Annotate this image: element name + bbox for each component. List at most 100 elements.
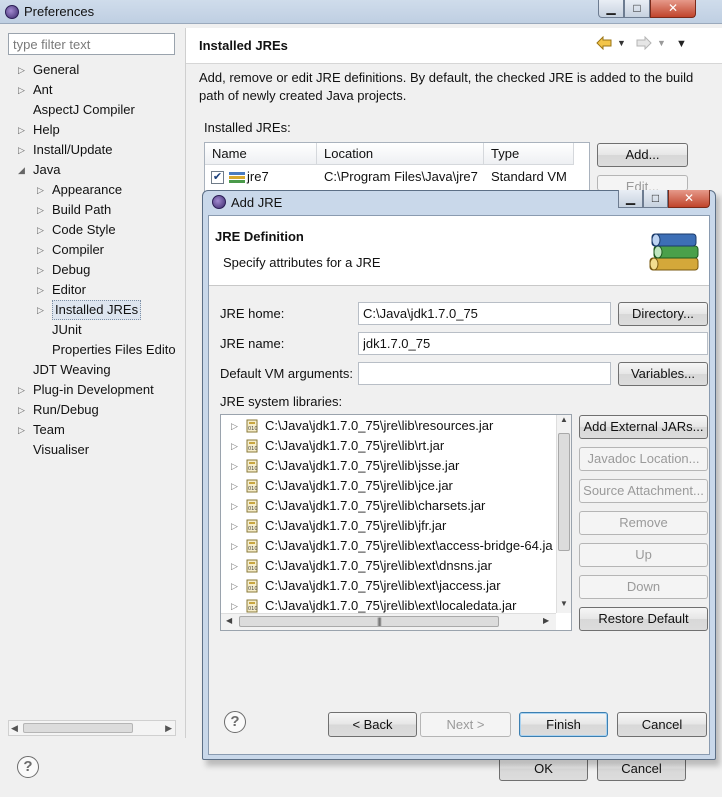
tree-expand-icon[interactable]: ▷ [18,420,28,440]
maximize-button[interactable]: □ [624,0,650,18]
tree-expand-icon[interactable]: ▷ [231,516,238,536]
dialog-cancel-button[interactable]: Cancel [617,712,707,737]
next-button[interactable]: Next > [420,712,511,737]
list-item[interactable]: ▷ 010 C:\Java\jdk1.7.0_75\jre\lib\jce.jar [221,476,561,496]
scroll-thumb[interactable] [23,723,133,733]
jre-home-input[interactable] [358,302,611,325]
add-jre-button[interactable]: Add... [597,143,688,167]
list-item[interactable]: ▷ 010 C:\Java\jdk1.7.0_75\jre\lib\jsse.jar [221,456,561,476]
pane-divider[interactable] [185,28,186,738]
directory-button[interactable]: Directory... [618,302,708,326]
libraries-vertical-scrollbar[interactable]: ▲ ▼ [556,415,571,613]
edit-jre-button[interactable]: Edit... [597,175,688,191]
dialog-help-icon[interactable]: ? [224,711,246,733]
tree-expand-icon[interactable]: ▷ [231,556,238,576]
scroll-up-icon[interactable]: ▲ [560,415,568,424]
forward-arrow-icon[interactable] [636,36,652,50]
tree-expand-icon[interactable]: ▷ [37,220,47,240]
remove-button[interactable]: Remove [579,511,708,535]
scroll-right-icon[interactable]: ▶ [165,721,172,735]
scroll-left-icon[interactable]: ◀ [226,616,232,625]
source-attachment-button[interactable]: Source Attachment... [579,479,708,503]
tree-expand-icon[interactable]: ▷ [18,400,28,420]
tree-item[interactable]: ▷ Appearance [8,180,180,200]
back-button[interactable]: < Back [328,712,417,737]
tree-item[interactable]: ▷ General [8,60,180,80]
list-item[interactable]: ▷ 010 C:\Java\jdk1.7.0_75\jre\lib\ext\acce… [221,536,561,556]
back-arrow-icon[interactable] [596,36,612,50]
tree-expand-icon[interactable]: ▷ [231,496,238,516]
forward-dropdown-icon[interactable]: ▼ [657,38,666,48]
tree-horizontal-scrollbar[interactable]: ◀ ▶ [8,720,176,736]
tree-item[interactable]: AspectJ Compiler [8,100,180,120]
tree-item[interactable]: ▷ Build Path [8,200,180,220]
tree-expand-icon[interactable]: ▷ [18,380,28,400]
scroll-thumb[interactable] [239,616,499,627]
table-row[interactable]: ✔ jre7 C:\Program Files\Java\jre7 Standa… [205,167,589,187]
vm-arguments-input[interactable] [358,362,611,385]
back-dropdown-icon[interactable]: ▼ [617,38,626,48]
libraries-horizontal-scrollbar[interactable]: ◀ ||| ▶ [221,613,556,630]
scroll-left-icon[interactable]: ◀ [11,721,18,735]
scroll-down-icon[interactable]: ▼ [560,599,568,608]
scroll-thumb[interactable] [558,433,570,551]
tree-item[interactable]: ▷ Compiler [8,240,180,260]
filter-input[interactable] [8,33,175,55]
list-item[interactable]: ▷ 010 C:\Java\jdk1.7.0_75\jre\lib\charsets… [221,496,561,516]
tree-item[interactable]: ▷ Run/Debug [8,400,180,420]
javadoc-location-button[interactable]: Javadoc Location... [579,447,708,471]
dialog-maximize-button[interactable]: □ [643,190,668,208]
jre-name-input[interactable] [358,332,708,355]
tree-item[interactable]: JDT Weaving [8,360,180,380]
column-header-type[interactable]: Type [484,143,574,165]
tree-item[interactable]: ▷ Help [8,120,180,140]
move-up-button[interactable]: Up [579,543,708,567]
variables-button[interactable]: Variables... [618,362,708,386]
tree-item[interactable]: ▷ Editor [8,280,180,300]
tree-expand-icon[interactable]: ▷ [18,140,28,160]
tree-expand-icon[interactable]: ▷ [231,536,238,556]
system-libraries-list[interactable]: ▷ 010 C:\Java\jdk1.7.0_75\jre\lib\resource… [220,414,572,631]
tree-expand-icon[interactable]: ▷ [231,576,238,596]
tree-expand-icon[interactable]: ▷ [18,80,28,100]
tree-item[interactable]: ▷ Plug-in Development [8,380,180,400]
tree-item[interactable]: ◢ Java [8,160,180,180]
tree-item[interactable]: ▷ Installed JREs [8,300,180,320]
finish-button[interactable]: Finish [519,712,608,737]
tree-expand-icon[interactable]: ▷ [231,456,238,476]
tree-expand-icon[interactable]: ▷ [37,280,47,300]
list-item[interactable]: ▷ 010 C:\Java\jdk1.7.0_75\jre\lib\rt.jar [221,436,561,456]
restore-default-button[interactable]: Restore Default [579,607,708,631]
list-item[interactable]: ▷ 010 C:\Java\jdk1.7.0_75\jre\lib\resource… [221,416,561,436]
list-item[interactable]: ▷ 010 C:\Java\jdk1.7.0_75\jre\lib\ext\jacc… [221,576,561,596]
tree-item[interactable]: ▷ Ant [8,80,180,100]
scroll-right-icon[interactable]: ▶ [543,616,549,625]
tree-item[interactable]: Visualiser [8,440,180,460]
tree-expand-icon[interactable]: ▷ [231,476,238,496]
tree-item[interactable]: ▷ Debug [8,260,180,280]
tree-item[interactable]: ▷ Install/Update [8,140,180,160]
default-jre-checkbox[interactable]: ✔ [211,171,224,184]
tree-expand-icon[interactable]: ▷ [37,300,47,320]
add-external-jars-button[interactable]: Add External JARs... [579,415,708,439]
help-icon[interactable]: ? [17,756,39,778]
column-header-name[interactable]: Name [205,143,317,165]
list-item[interactable]: ▷ 010 C:\Java\jdk1.7.0_75\jre\lib\ext\dnsn… [221,556,561,576]
tree-expand-icon[interactable]: ▷ [231,416,238,436]
tree-expand-icon[interactable]: ▷ [37,260,47,280]
dialog-close-button[interactable]: ✕ [668,190,710,208]
tree-item[interactable]: JUnit [8,320,180,340]
tree-item[interactable]: ▷ Code Style [8,220,180,240]
tree-item[interactable]: Properties Files Edito [8,340,180,360]
close-button[interactable]: ✕ [650,0,696,18]
tree-expand-icon[interactable]: ▷ [37,180,47,200]
minimize-button[interactable]: ▁ [598,0,624,18]
tree-expand-icon[interactable]: ▷ [231,436,238,456]
tree-expand-icon[interactable]: ▷ [37,240,47,260]
tree-expand-icon[interactable]: ▷ [18,60,28,80]
tree-expand-icon[interactable]: ▷ [18,120,28,140]
view-menu-icon[interactable]: ▼ [676,38,687,50]
list-item[interactable]: ▷ 010 C:\Java\jdk1.7.0_75\jre\lib\jfr.jar [221,516,561,536]
move-down-button[interactable]: Down [579,575,708,599]
column-header-location[interactable]: Location [317,143,484,165]
